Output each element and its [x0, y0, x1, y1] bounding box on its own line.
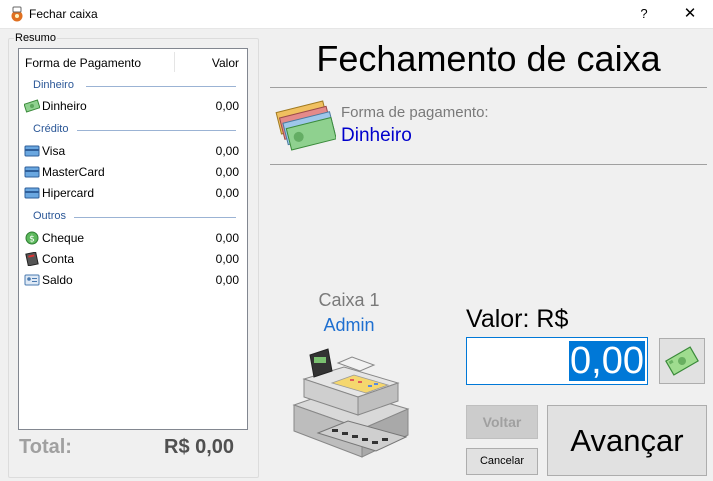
banknote-icon [665, 346, 699, 376]
banknote-icon [24, 99, 40, 113]
total-value: R$ 0,00 [164, 436, 235, 458]
money-button[interactable] [659, 338, 705, 384]
list-item-value: 0,00 [215, 144, 239, 158]
column-header-valor[interactable]: Valor [212, 56, 239, 70]
list-item-hipercard[interactable]: Hipercard 0,00 [19, 183, 247, 203]
total-label: Total: [19, 436, 72, 458]
column-separator [174, 52, 175, 72]
group-header-credito: Crédito [33, 123, 69, 135]
group-divider [74, 217, 236, 218]
close-button[interactable]: ✕ [667, 0, 713, 28]
list-item-dinheiro[interactable]: Dinheiro 0,00 [19, 96, 247, 116]
list-item-label: Dinheiro [42, 99, 87, 113]
list-item-label: MasterCard [42, 165, 105, 179]
divider-top [270, 87, 707, 88]
payment-summary-list[interactable]: Forma de Pagamento Valor Dinheiro Dinhei… [18, 48, 248, 430]
list-item-value: 0,00 [215, 231, 239, 245]
divider-bottom [270, 164, 707, 165]
list-item-label: Hipercard [42, 186, 95, 200]
list-item-mastercard[interactable]: MasterCard 0,00 [19, 162, 247, 182]
list-item-conta[interactable]: Conta 0,00 [19, 249, 247, 269]
list-item-value: 0,00 [215, 252, 239, 266]
group-divider [77, 130, 236, 131]
account-book-icon [25, 252, 39, 266]
banknotes-icon [275, 100, 336, 151]
card-icon [24, 145, 40, 157]
resumo-legend: Resumo [14, 32, 57, 44]
group-divider [86, 86, 236, 87]
list-item-label: Saldo [42, 273, 73, 287]
list-item-value: 0,00 [215, 165, 239, 179]
valor-input-value: 0,00 [569, 340, 645, 382]
list-item-visa[interactable]: Visa 0,00 [19, 141, 247, 161]
list-item-label: Cheque [42, 231, 85, 245]
page-title: Fechamento de caixa [316, 38, 661, 79]
column-header-forma[interactable]: Forma de Pagamento [25, 56, 141, 70]
coin-icon: $ [25, 231, 39, 245]
title-bar: Fechar caixa ? ✕ [0, 0, 713, 29]
list-header: Forma de Pagamento Valor [19, 49, 247, 75]
list-item-cheque[interactable]: $ Cheque 0,00 [19, 228, 247, 248]
list-item-value: 0,00 [215, 186, 239, 200]
cash-register-name: Caixa 1 [318, 290, 380, 310]
cash-register-user: Admin [323, 315, 375, 335]
card-icon [24, 166, 40, 178]
help-button[interactable]: ? [621, 0, 667, 28]
cancel-button[interactable]: Cancelar [466, 448, 538, 475]
cash-register-icon [292, 348, 410, 458]
list-item-saldo[interactable]: Saldo 0,00 [19, 270, 247, 290]
window-title: Fechar caixa [29, 7, 98, 21]
valor-label: Valor: R$ [466, 305, 569, 333]
list-item-label: Visa [42, 144, 66, 158]
id-card-icon [24, 274, 40, 286]
group-header-outros: Outros [33, 210, 67, 222]
list-item-value: 0,00 [215, 99, 239, 113]
group-header-dinheiro: Dinheiro [33, 79, 74, 91]
svg-text:$: $ [29, 235, 35, 245]
next-button[interactable]: Avançar [547, 405, 707, 476]
valor-input[interactable]: 0,00 [466, 337, 648, 385]
list-item-label: Conta [42, 252, 75, 266]
card-icon [24, 187, 40, 199]
app-icon [11, 6, 23, 22]
payment-method-value: Dinheiro [341, 125, 412, 146]
back-button[interactable]: Voltar [466, 405, 538, 439]
list-item-value: 0,00 [215, 273, 239, 287]
payment-method-label: Forma de pagamento: [341, 104, 489, 121]
